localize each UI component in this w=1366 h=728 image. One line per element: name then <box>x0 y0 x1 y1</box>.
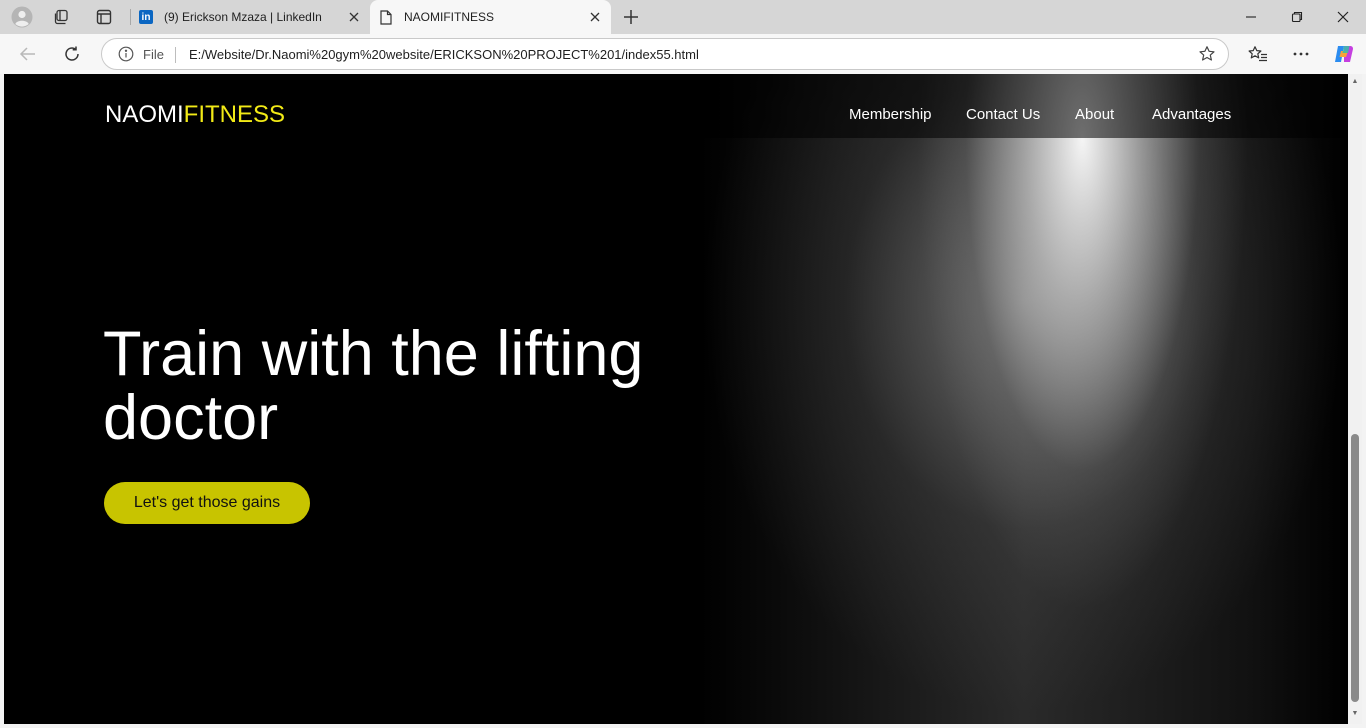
scrollbar[interactable]: ▲ ▼ <box>1348 74 1362 724</box>
tab-actions-icon[interactable] <box>90 4 118 30</box>
document-icon <box>378 9 394 25</box>
star-icon[interactable] <box>1198 45 1216 63</box>
tab-separator <box>130 9 131 25</box>
page-viewport: NAOMIFITNESS Membership Contact Us About… <box>4 74 1348 724</box>
nav-about[interactable]: About <box>1075 106 1114 123</box>
copilot-icon[interactable] <box>1330 40 1358 68</box>
close-icon[interactable] <box>1320 0 1366 34</box>
hero-background-image <box>700 74 1348 724</box>
tab-title: NAOMIFITNESS <box>404 10 495 24</box>
close-tab-icon[interactable] <box>587 9 603 25</box>
reload-icon[interactable] <box>58 40 86 68</box>
browser-toolbar: File E:/Website/Dr.Naomi%20gym%20website… <box>0 34 1366 74</box>
address-divider <box>175 47 176 63</box>
nav-advantages[interactable]: Advantages <box>1152 106 1231 123</box>
cta-button[interactable]: Let's get those gains <box>104 482 310 524</box>
minimize-icon[interactable] <box>1228 0 1274 34</box>
more-icon[interactable] <box>1287 40 1315 68</box>
scroll-thumb[interactable] <box>1351 434 1359 702</box>
brand-part-1: NAOMI <box>105 101 184 128</box>
brand-logo[interactable]: NAOMIFITNESS <box>105 101 285 129</box>
tab-strip: in (9) Erickson Mzaza | LinkedIn NAOMIFI… <box>0 0 1366 34</box>
nav-contact-us[interactable]: Contact Us <box>966 106 1040 123</box>
window-bottom-edge <box>0 724 1366 728</box>
tab-naomifitness[interactable]: NAOMIFITNESS <box>370 0 611 34</box>
url-text[interactable]: E:/Website/Dr.Naomi%20gym%20website/ERIC… <box>189 47 699 62</box>
hero-headline: Train with the lifting doctor <box>103 319 644 453</box>
scheme-label: File <box>143 47 164 62</box>
info-icon[interactable] <box>118 46 134 62</box>
scroll-up-arrow-icon[interactable]: ▲ <box>1351 78 1359 86</box>
favorites-icon[interactable] <box>1244 40 1272 68</box>
nav-membership[interactable]: Membership <box>849 106 932 123</box>
close-tab-icon[interactable] <box>346 9 362 25</box>
address-bar[interactable]: File E:/Website/Dr.Naomi%20gym%20website… <box>101 38 1229 70</box>
tab-title: (9) Erickson Mzaza | LinkedIn <box>164 10 322 24</box>
brand-part-2: FITNESS <box>183 101 286 128</box>
back-icon[interactable] <box>14 40 42 68</box>
scroll-down-arrow-icon[interactable]: ▼ <box>1351 710 1359 718</box>
tab-linkedin[interactable]: in (9) Erickson Mzaza | LinkedIn <box>130 0 370 34</box>
profile-icon[interactable] <box>8 4 36 30</box>
workspaces-icon[interactable] <box>48 4 76 30</box>
new-tab-icon[interactable] <box>618 4 644 30</box>
restore-icon[interactable] <box>1274 0 1320 34</box>
linkedin-icon: in <box>138 9 154 25</box>
